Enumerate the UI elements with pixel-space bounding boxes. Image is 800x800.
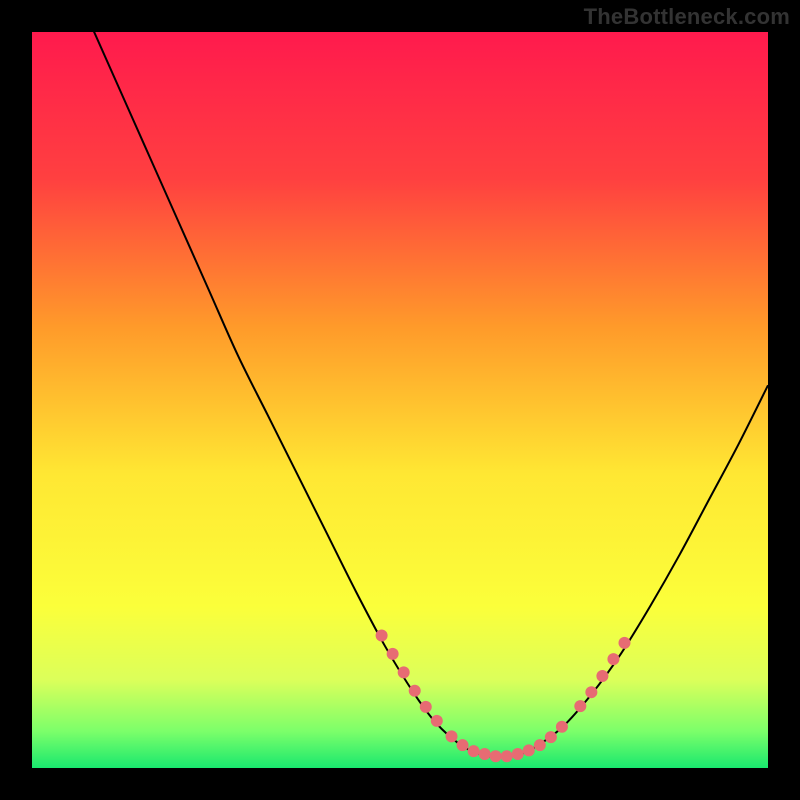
chart-marker — [501, 750, 513, 762]
chart-marker — [534, 739, 546, 751]
chart-marker — [409, 685, 421, 697]
chart-marker — [596, 670, 608, 682]
chart-marker — [376, 630, 388, 642]
chart-marker — [387, 648, 399, 660]
watermark-label: TheBottleneck.com — [584, 4, 790, 30]
chart-marker — [607, 653, 619, 665]
chart-marker — [468, 745, 480, 757]
chart-marker — [431, 715, 443, 727]
chart-frame: TheBottleneck.com — [0, 0, 800, 800]
chart-marker — [490, 750, 502, 762]
chart-marker — [479, 748, 491, 760]
chart-marker — [585, 686, 597, 698]
chart-marker — [618, 637, 630, 649]
bottleneck-chart — [0, 0, 800, 800]
chart-marker — [523, 744, 535, 756]
chart-marker — [545, 731, 557, 743]
chart-marker — [457, 739, 469, 751]
chart-marker — [512, 748, 524, 760]
chart-marker — [446, 730, 458, 742]
chart-marker — [556, 721, 568, 733]
chart-marker — [574, 700, 586, 712]
chart-marker — [398, 666, 410, 678]
chart-marker — [420, 701, 432, 713]
